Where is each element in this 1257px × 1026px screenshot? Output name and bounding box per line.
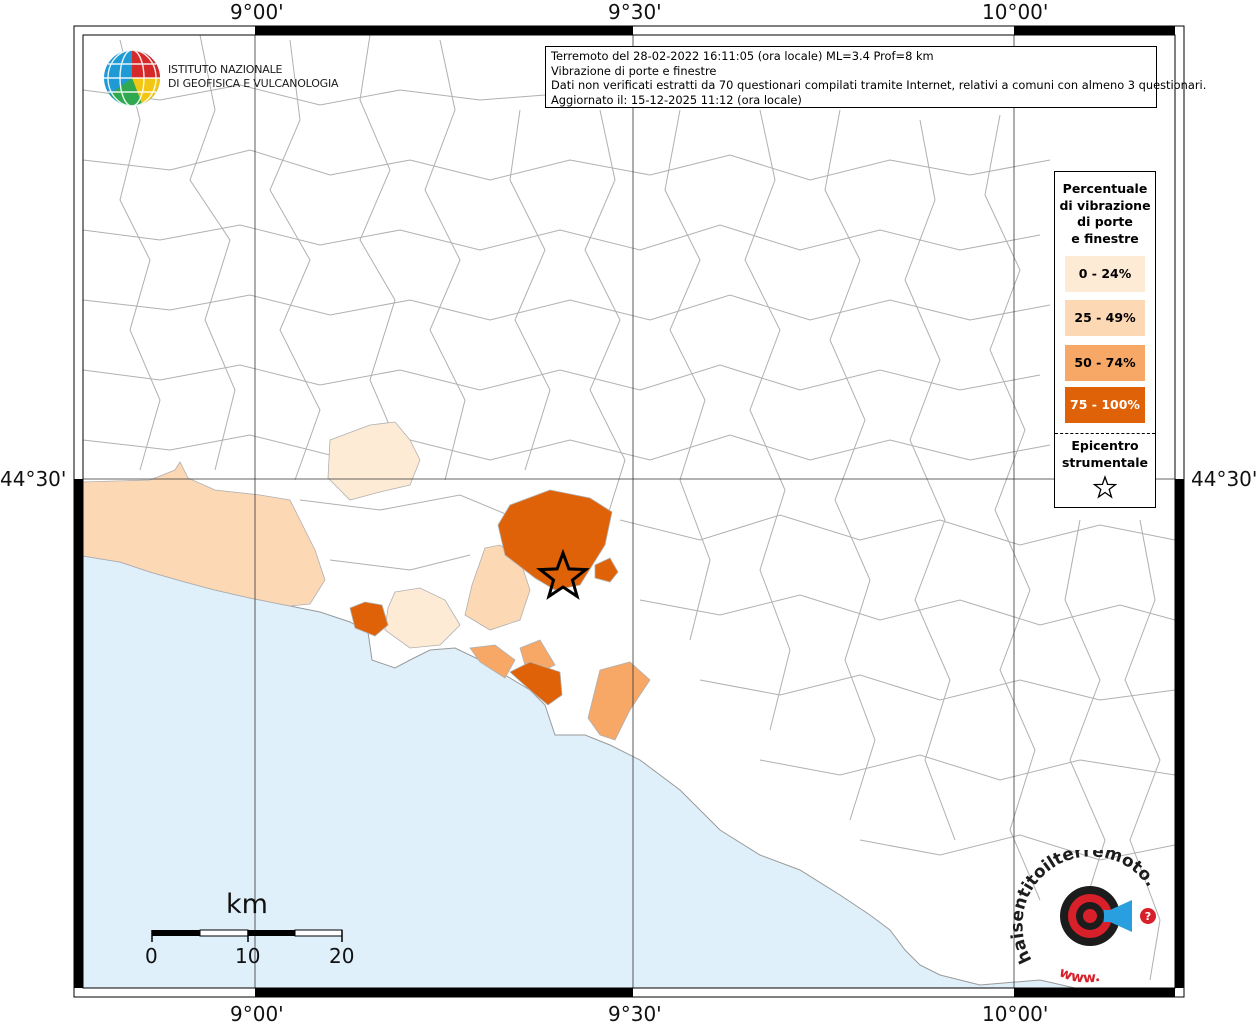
legend-title: Percentuale di vibrazione di porte e fin… — [1055, 181, 1155, 247]
legend-epicenter-line-1: Epicentro — [1071, 438, 1139, 453]
ingv-globe-icon — [104, 49, 160, 107]
legend-title-line-2: di vibrazione — [1059, 197, 1151, 213]
data-note: Dati non verificati estratti da 70 quest… — [551, 78, 1207, 92]
scale-unit: km — [226, 889, 268, 920]
ingv-line-2: DI GEOFISICA E VULCANOLOGIA — [168, 77, 339, 90]
event-title: Terremoto del 28-02-2022 16:11:05 (ora l… — [551, 49, 934, 63]
svg-text:www.: www. — [1057, 965, 1102, 987]
coord-bottom-10-00: 10°00' — [982, 1002, 1049, 1026]
coord-top-10-00: 10°00' — [982, 0, 1049, 24]
legend-item-25-49: 25 - 49% — [1065, 300, 1145, 336]
scale-tick-0: 0 — [145, 944, 158, 968]
scale-tick-20: 20 — [329, 944, 355, 968]
ingv-line-1: ISTITUTO NAZIONALE — [168, 63, 283, 76]
legend-epicenter-line-2: strumentale — [1061, 454, 1149, 470]
legend-item-50-74: 50 - 74% — [1065, 345, 1145, 381]
legend-epicenter-label: Epicentro strumentale — [1055, 438, 1155, 471]
coord-top-9-00: 9°00' — [230, 0, 284, 24]
legend-title-line-4: e finestre — [1071, 230, 1139, 246]
update-date: Aggiornato il: 15-12-2025 11:12 (ora loc… — [551, 92, 802, 107]
coord-bottom-9-00: 9°00' — [230, 1002, 284, 1026]
brand-prefix: www. — [1057, 965, 1102, 987]
ingv-logo-text: ISTITUTO NAZIONALE DI GEOFISICA E VULCAN… — [168, 63, 339, 91]
legend-title-line-3: di porte — [1077, 214, 1133, 229]
coord-right-44-30: 44°30' — [1191, 467, 1257, 491]
legend-separator — [1055, 433, 1155, 434]
legend: Percentuale di vibrazione di porte e fin… — [1054, 171, 1156, 508]
brand-wordmark: haisentitoilterremoto.it www. — [1010, 850, 1161, 987]
coord-left-44-30: 44°30' — [0, 467, 67, 491]
brand-text: haisentitoilterremoto.it — [1010, 850, 1161, 967]
star-icon — [1092, 475, 1118, 499]
coord-top-9-30: 9°30' — [608, 0, 662, 24]
coord-bottom-9-30: 9°30' — [608, 1002, 662, 1026]
scale-tick-10: 10 — [235, 944, 261, 968]
svg-text:haisentitoilterremoto.it: haisentitoilterremoto.it — [1010, 850, 1161, 967]
legend-title-line-1: Percentuale — [1062, 181, 1148, 196]
event-info-box: Terremoto del 28-02-2022 16:11:05 (ora l… — [545, 46, 1207, 108]
legend-item-0-24: 0 - 24% — [1065, 256, 1145, 292]
map-subject: Vibrazione di porte e finestre — [551, 63, 717, 78]
legend-item-75-100: 75 - 100% — [1065, 387, 1145, 423]
